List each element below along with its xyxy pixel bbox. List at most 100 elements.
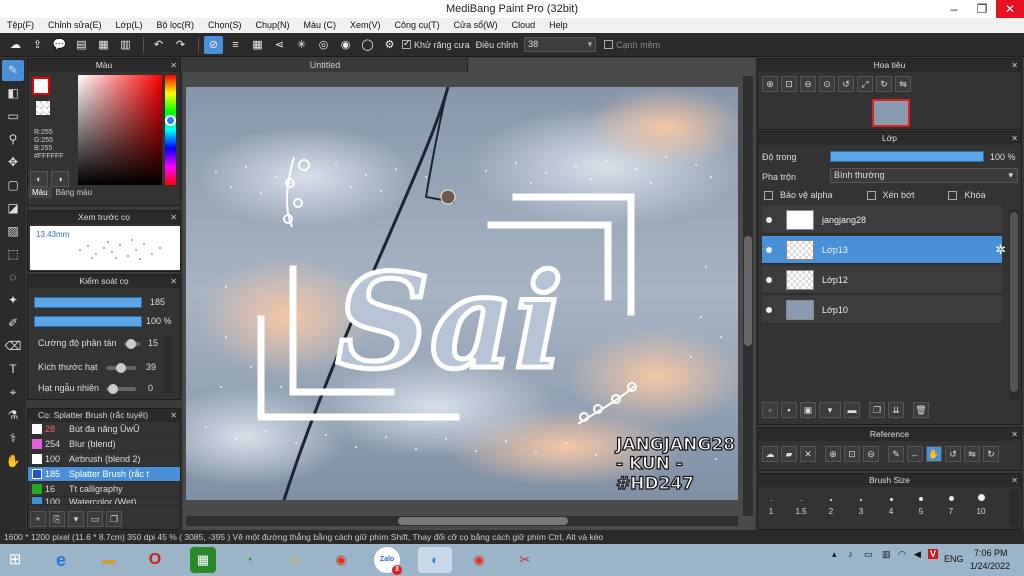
snap-parallel-icon[interactable]: ≡	[226, 36, 245, 54]
snipping-tool-icon[interactable]: ✂	[512, 547, 538, 573]
reference-open-icon[interactable]: ▰	[781, 446, 797, 462]
zoom-fit-icon[interactable]: ⊡	[781, 76, 797, 92]
panel-close-icon[interactable]: ✕	[170, 59, 177, 72]
menu-cloud[interactable]: Cloud	[505, 18, 543, 33]
eraser-tool-icon[interactable]: ◧	[2, 83, 24, 104]
merge-layer-icon[interactable]: ⇊	[888, 402, 904, 418]
note-icon[interactable]: ▤	[72, 36, 91, 54]
medibang-taskbar-icon[interactable]: ◐	[418, 547, 452, 573]
brush-size-option[interactable]: 1	[758, 494, 784, 516]
layer-row[interactable]: jangjang28	[762, 206, 1002, 234]
menu-snap[interactable]: Chụp(N)	[249, 18, 297, 33]
zoom-out-icon[interactable]: ⊖	[800, 76, 816, 92]
tray-v-icon[interactable]: V	[928, 549, 939, 559]
brush-size-option[interactable]: 2	[818, 494, 844, 516]
reference-arrow-icon[interactable]: ←	[907, 446, 923, 462]
eyedropper-icon[interactable]: ⚗	[2, 405, 24, 426]
snap-radial-icon[interactable]: ✳	[292, 36, 311, 54]
horizontal-scroll-thumb[interactable]	[398, 517, 568, 525]
new-8bit-layer-icon[interactable]: ▣	[800, 402, 816, 418]
foreground-color-well[interactable]	[32, 77, 50, 95]
saturation-value-picker[interactable]	[78, 75, 162, 185]
panel-close-icon[interactable]: ✕	[1011, 59, 1018, 72]
zoom-actual-icon[interactable]: ⊙	[819, 76, 835, 92]
magic-wand-icon[interactable]: ✦	[2, 290, 24, 311]
flip-icon[interactable]: ⇋	[895, 76, 911, 92]
random-knob[interactable]	[108, 384, 118, 394]
clock-time[interactable]: 7:06 PM	[974, 548, 1008, 558]
reference-hand-icon[interactable]: ✋	[926, 446, 942, 462]
grid-icon[interactable]: ▥	[116, 36, 135, 54]
layer-settings-gear-icon[interactable]: ✲	[995, 242, 1006, 258]
layer-blend-select[interactable]: Bình thường ▾	[830, 168, 1018, 183]
clock-date[interactable]: 1/24/2022	[970, 561, 1010, 571]
brush-item[interactable]: 100 Airbrush (blend 2)	[28, 452, 180, 467]
panel-close-icon[interactable]: ✕	[170, 275, 177, 288]
snap-ellipse-icon[interactable]: ◯	[358, 36, 377, 54]
reference-rotate-right-icon[interactable]: ↻	[983, 446, 999, 462]
rotate-right-icon[interactable]: ↻	[876, 76, 892, 92]
visibility-icon[interactable]	[766, 247, 772, 253]
gradient-icon[interactable]: ▨	[2, 221, 24, 242]
menu-edit[interactable]: Chỉnh sửa(E)	[41, 18, 109, 33]
snap-vanish-icon[interactable]: ⋖	[270, 36, 289, 54]
menu-tools[interactable]: Công cụ(T)	[388, 18, 447, 33]
new-layer-icon[interactable]: ▫	[762, 402, 778, 418]
rectangle-tool-icon[interactable]: ▭	[2, 106, 24, 127]
move-tool-icon[interactable]: ✥	[2, 152, 24, 173]
reference-zoom-in-icon[interactable]: ⊕	[825, 446, 841, 462]
opera-icon[interactable]: O	[142, 547, 168, 573]
layer-opacity-bar[interactable]	[830, 151, 984, 162]
menu-file[interactable]: Tệp(F)	[0, 18, 41, 33]
bucket-icon[interactable]: ◪	[2, 198, 24, 219]
panel-close-icon[interactable]: ✕	[1011, 132, 1018, 145]
brush-copy-icon[interactable]: ⎘	[49, 511, 65, 527]
operation-tool-icon[interactable]: ⌖	[2, 382, 24, 403]
comment-icon[interactable]: 💬	[50, 36, 69, 54]
brush-item[interactable]: 16 Tt calligraphy	[28, 482, 180, 497]
background-color-well[interactable]	[36, 101, 50, 115]
chrome-icon[interactable]: ◉	[328, 547, 354, 573]
tray-volume-icon[interactable]: ◀	[914, 549, 921, 560]
brush-size-option[interactable]: 10	[968, 494, 994, 516]
grain-knob[interactable]	[116, 363, 126, 373]
panel-close-icon[interactable]: ✕	[170, 211, 177, 224]
drawing-canvas[interactable]: Sai JANGJANG28 - KUN - #HD247	[186, 87, 738, 500]
tab-color[interactable]: Màu	[28, 187, 52, 198]
tray-network-icon[interactable]: ▥	[882, 549, 891, 560]
menu-color[interactable]: Màu (C)	[297, 18, 344, 33]
reference-rotate-left-icon[interactable]: ↺	[945, 446, 961, 462]
reference-zoom-out-icon[interactable]: ⊖	[863, 446, 879, 462]
brush-size-option[interactable]: 3	[848, 494, 874, 516]
canvas-horizontal-scrollbar[interactable]	[186, 516, 738, 526]
canvas-vertical-scrollbar[interactable]	[743, 76, 753, 516]
select-eraser-icon[interactable]: ⌫	[2, 336, 24, 357]
new-halftone-layer-icon[interactable]: ▪	[781, 402, 797, 418]
brush-size-option[interactable]: 5	[908, 494, 934, 516]
folder-icon[interactable]: ▭	[282, 547, 308, 573]
delete-layer-icon[interactable]: 🗑	[913, 402, 929, 418]
lock-checkbox[interactable]	[948, 190, 958, 200]
reference-close-icon[interactable]: ✕	[800, 446, 816, 462]
hand-tool-icon[interactable]: ✋	[2, 451, 24, 472]
tray-music-icon[interactable]: ♪	[848, 549, 853, 559]
brush-item[interactable]: 254 Blur (blend)	[28, 437, 180, 452]
marquee-icon[interactable]: ⬚	[2, 244, 24, 265]
brush-folder-icon[interactable]: ▭	[87, 511, 103, 527]
adjust-select[interactable]: 38	[524, 37, 597, 52]
navigator-thumbnail[interactable]	[872, 99, 910, 127]
brush-size-option[interactable]: 7	[938, 494, 964, 516]
snap-circle-icon[interactable]: ◎	[314, 36, 333, 54]
menu-window[interactable]: Cửa sổ(W)	[447, 18, 505, 33]
reference-cloud-icon[interactable]: ☁	[762, 446, 778, 462]
tab-palette[interactable]: Bảng màu	[52, 187, 96, 198]
layer-folder-icon[interactable]: ▬	[844, 402, 860, 418]
antialias-checkbox[interactable]	[402, 38, 411, 49]
close-button[interactable]: ✕	[996, 0, 1024, 18]
layer-scrollbar[interactable]	[1009, 210, 1019, 400]
fill-tool-icon[interactable]: ⚲	[2, 129, 24, 150]
zalo-icon[interactable]: Zalo 3	[374, 547, 402, 575]
snap-settings-icon[interactable]: ⚙	[380, 36, 399, 54]
snap-cross-icon[interactable]: ▦	[248, 36, 267, 54]
reference-flip-icon[interactable]: ⇋	[964, 446, 980, 462]
